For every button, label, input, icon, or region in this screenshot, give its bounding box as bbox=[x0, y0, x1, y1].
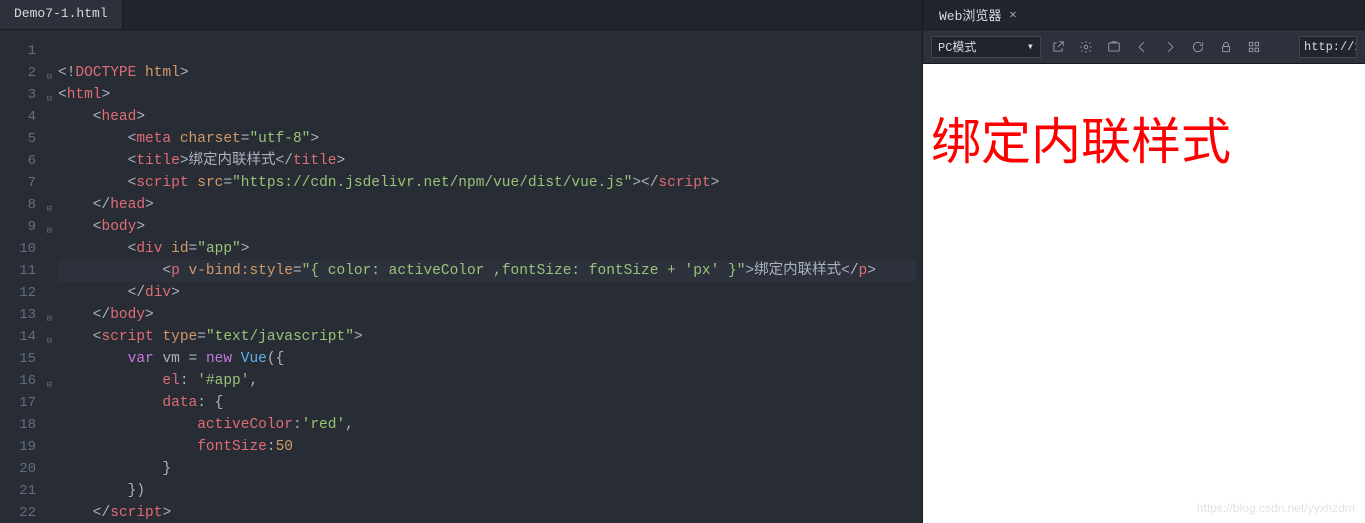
fold-icon[interactable]: ⊟ bbox=[47, 374, 52, 396]
line-number: 3⊟ bbox=[0, 84, 42, 106]
code-line: } bbox=[58, 461, 171, 477]
grid-icon[interactable] bbox=[1243, 36, 1265, 58]
code-line: el: '#app', bbox=[58, 373, 258, 389]
forward-icon[interactable] bbox=[1159, 36, 1181, 58]
code-line: </div> bbox=[58, 285, 180, 301]
back-icon[interactable] bbox=[1131, 36, 1153, 58]
code-line: <!DOCTYPE html> bbox=[58, 65, 189, 81]
line-number: 1 bbox=[0, 40, 42, 62]
fold-icon[interactable]: ⊟ bbox=[47, 66, 52, 88]
line-gutter: 1 2⊟ 3⊟ 4 5 6 7 8⊟ 9⊟ 10 11 12 13⊟ 14⊟ 1… bbox=[0, 30, 42, 523]
code-line: fontSize:50 bbox=[58, 439, 293, 455]
code-line: </head> bbox=[58, 197, 154, 213]
lock-icon[interactable] bbox=[1215, 36, 1237, 58]
line-number: 5 bbox=[0, 128, 42, 150]
line-number: 2⊟ bbox=[0, 62, 42, 84]
code-editor[interactable]: 1 2⊟ 3⊟ 4 5 6 7 8⊟ 9⊟ 10 11 12 13⊟ 14⊟ 1… bbox=[0, 30, 922, 523]
line-number: 9⊟ bbox=[0, 216, 42, 238]
fold-icon[interactable]: ⊟ bbox=[47, 198, 52, 220]
editor-tabbar: Demo7-1.html bbox=[0, 0, 922, 30]
line-number: 4 bbox=[0, 106, 42, 128]
refresh-icon[interactable] bbox=[1187, 36, 1209, 58]
code-line: <title>绑定内联样式</title> bbox=[58, 153, 345, 169]
mode-select-label: PC模式 bbox=[938, 38, 976, 55]
line-number: 7 bbox=[0, 172, 42, 194]
code-line: <script src="https://cdn.jsdelivr.net/np… bbox=[58, 175, 719, 191]
browser-tab-label: Web浏览器 bbox=[939, 5, 1001, 24]
editor-tab-active[interactable]: Demo7-1.html bbox=[0, 0, 123, 29]
line-number: 8⊟ bbox=[0, 194, 42, 216]
code-line: <div id="app"> bbox=[58, 241, 249, 257]
line-number: 16⊟ bbox=[0, 370, 42, 392]
line-number: 15 bbox=[0, 348, 42, 370]
code-line: var vm = new Vue({ bbox=[58, 351, 284, 367]
screenshot-icon[interactable] bbox=[1103, 36, 1125, 58]
line-number: 6 bbox=[0, 150, 42, 172]
code-line: </body> bbox=[58, 307, 154, 323]
browser-tabbar: Web浏览器 ✕ bbox=[923, 0, 1365, 30]
gear-icon[interactable] bbox=[1075, 36, 1097, 58]
watermark: https://blog.csdn.net/yyxhzdm bbox=[1197, 501, 1355, 515]
editor-pane: Demo7-1.html 1 2⊟ 3⊟ 4 5 6 7 8⊟ 9⊟ 10 11… bbox=[0, 0, 922, 523]
line-number: 19 bbox=[0, 436, 42, 458]
browser-tab[interactable]: Web浏览器 ✕ bbox=[929, 1, 1027, 28]
line-number: 14⊟ bbox=[0, 326, 42, 348]
code-line-active: <p v-bind:style="{ color: activeColor ,f… bbox=[58, 260, 916, 282]
open-external-icon[interactable] bbox=[1047, 36, 1069, 58]
line-number: 21 bbox=[0, 480, 42, 502]
code-line: data: { bbox=[58, 395, 223, 411]
code-line: activeColor:'red', bbox=[58, 417, 354, 433]
code-line: <head> bbox=[58, 109, 145, 125]
line-number: 18 bbox=[0, 414, 42, 436]
chevron-down-icon: ▾ bbox=[1027, 39, 1034, 54]
code-line: <script type="text/javascript"> bbox=[58, 329, 363, 345]
browser-toolbar: PC模式 ▾ http://1 bbox=[923, 30, 1365, 64]
line-number: 12 bbox=[0, 282, 42, 304]
code-line: <html> bbox=[58, 87, 110, 103]
line-number: 11 bbox=[0, 260, 42, 282]
code-line: <meta charset="utf-8"> bbox=[58, 131, 319, 147]
preview-text: 绑定内联样式 bbox=[931, 102, 1365, 174]
line-number: 17 bbox=[0, 392, 42, 414]
line-number: 10 bbox=[0, 238, 42, 260]
code-line: </script> bbox=[58, 505, 171, 521]
line-number: 20 bbox=[0, 458, 42, 480]
fold-icon[interactable]: ⊟ bbox=[47, 308, 52, 330]
code-line: <body> bbox=[58, 219, 145, 235]
fold-icon[interactable]: ⊟ bbox=[47, 88, 52, 110]
url-input[interactable]: http://1 bbox=[1299, 36, 1357, 58]
mode-select[interactable]: PC模式 ▾ bbox=[931, 36, 1041, 58]
close-icon[interactable]: ✕ bbox=[1009, 7, 1016, 22]
browser-pane: Web浏览器 ✕ PC模式 ▾ http://1 绑定内联样式 https://… bbox=[922, 0, 1365, 523]
fold-icon[interactable]: ⊟ bbox=[47, 220, 52, 242]
line-number: 13⊟ bbox=[0, 304, 42, 326]
line-number: 22 bbox=[0, 502, 42, 523]
code-line: }) bbox=[58, 483, 145, 499]
code-area[interactable]: <!DOCTYPE html> <html> <head> <meta char… bbox=[42, 30, 922, 523]
fold-icon[interactable]: ⊟ bbox=[47, 330, 52, 352]
preview-area: 绑定内联样式 https://blog.csdn.net/yyxhzdm bbox=[923, 64, 1365, 523]
